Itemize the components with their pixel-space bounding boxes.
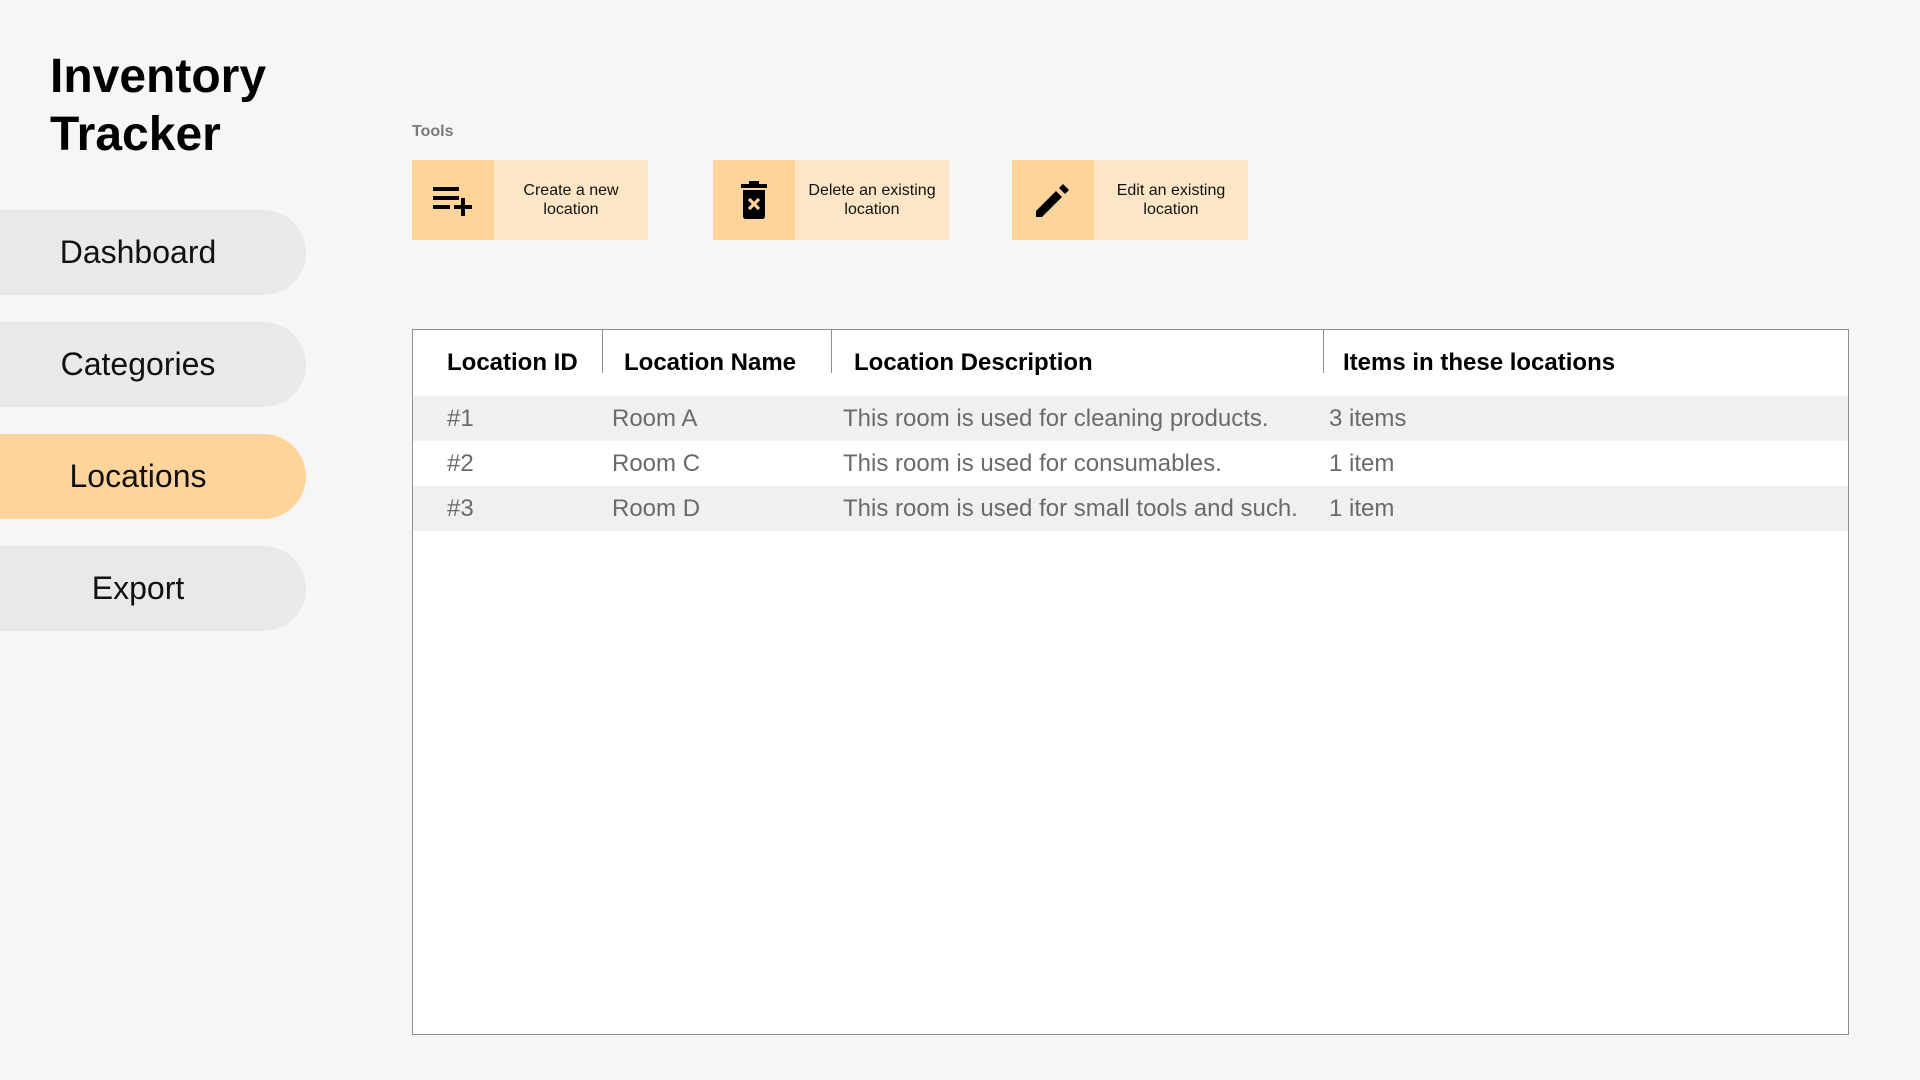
cell-location-id: #3 [447,494,474,522]
cell-location-id: #1 [447,404,474,432]
sidebar-item-locations[interactable]: Locations [0,434,306,519]
column-header-location-description[interactable]: Location Description [854,330,1093,396]
playlist-add-icon [412,160,494,240]
tools-label: Tools [412,123,454,140]
column-divider[interactable] [831,330,832,373]
cell-location-description: This room is used for consumables. [843,449,1222,477]
delete-location-button[interactable]: Delete an existing location [713,160,949,240]
edit-location-label: Edit an existing location [1116,182,1226,218]
cell-location-description: This room is used for small tools and su… [843,494,1298,522]
sidebar-item-export[interactable]: Export [0,546,306,631]
table-row[interactable]: #3 Room D This room is used for small to… [413,486,1848,531]
cell-location-description: This room is used for cleaning products. [843,404,1269,432]
cell-location-name: Room A [612,404,698,432]
create-location-label: Create a new location [523,182,619,218]
sidebar-item-categories[interactable]: Categories [0,322,306,407]
app-title: Inventory Tracker [50,50,267,161]
column-header-location-name[interactable]: Location Name [624,330,796,396]
edit-location-button[interactable]: Edit an existing location [1012,160,1248,240]
cell-item-count: 3 items [1329,404,1407,432]
table-row[interactable]: #1 Room A This room is used for cleaning… [413,396,1848,441]
delete-location-label: Delete an existing location [808,182,936,218]
column-header-location-id[interactable]: Location ID [447,330,578,396]
cell-location-name: Room D [612,494,701,522]
table-row[interactable]: #2 Room C This room is used for consumab… [413,441,1848,486]
sidebar-item-dashboard[interactable]: Dashboard [0,210,306,295]
column-divider[interactable] [1323,330,1324,373]
cell-item-count: 1 item [1329,449,1395,477]
locations-table: Location ID Location Name Location Descr… [412,329,1849,1035]
cell-item-count: 1 item [1329,494,1395,522]
column-header-items[interactable]: Items in these locations [1343,330,1615,396]
cell-location-name: Room C [612,449,701,477]
trash-x-icon [713,160,795,240]
create-location-button[interactable]: Create a new location [412,160,648,240]
cell-location-id: #2 [447,449,474,477]
table-header: Location ID Location Name Location Descr… [413,330,1848,396]
column-divider[interactable] [602,330,603,373]
sidebar-nav: Dashboard Categories Locations Export [0,210,306,658]
pencil-icon [1012,160,1094,240]
